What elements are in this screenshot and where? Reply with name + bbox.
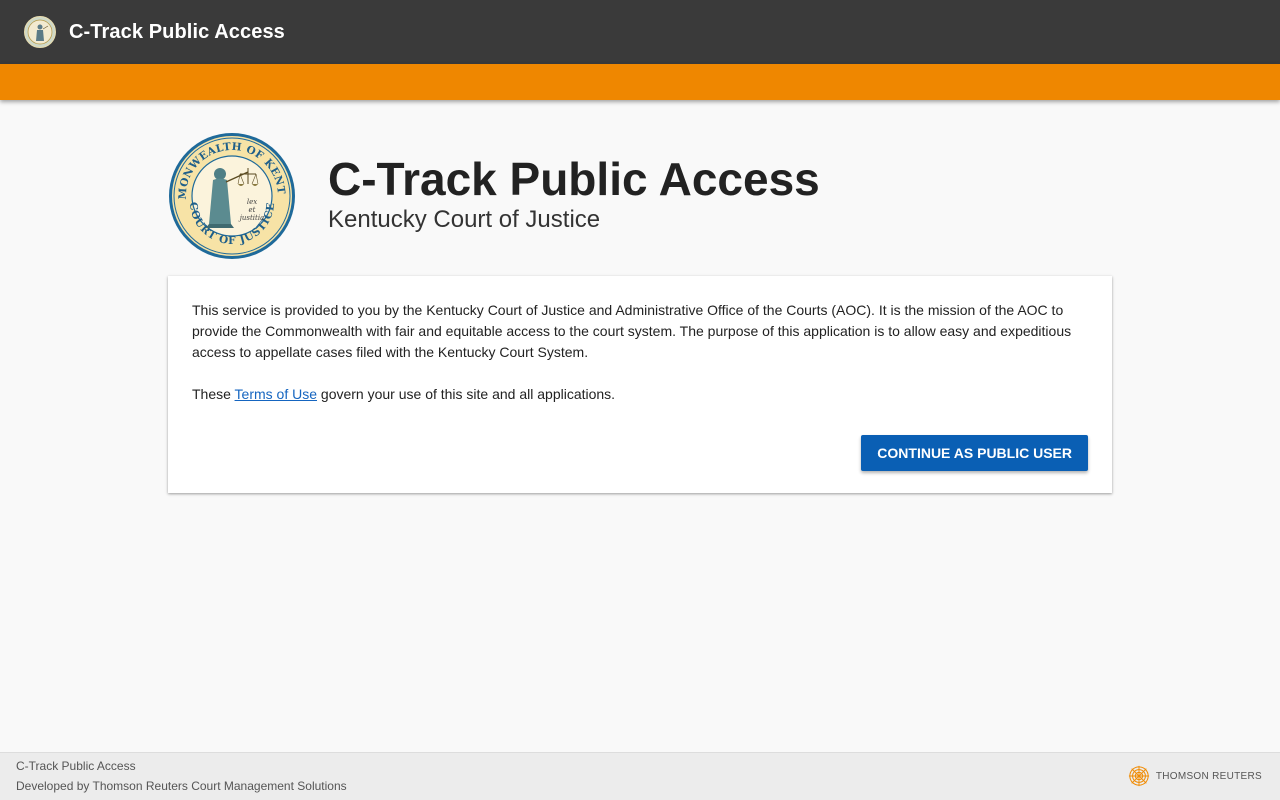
footer-developer: Developed by Thomson Reuters Court Manag… [16,779,347,793]
kentucky-court-seal: COMMONWEALTH OF KENTUCKY COURT OF JUSTIC… [168,132,295,259]
footer-app-name: C-Track Public Access [16,759,136,773]
svg-text:justitia: justitia [238,214,265,222]
svg-text:lex: lex [247,198,257,206]
kentucky-seal-icon[interactable] [24,16,56,48]
accent-band [0,64,1280,100]
thomson-reuters-icon [1128,765,1149,787]
welcome-card: This service is provided to you by the K… [168,276,1112,493]
continue-as-public-user-button[interactable]: CONTINUE AS PUBLIC USER [861,435,1088,471]
hero: COMMONWEALTH OF KENTUCKY COURT OF JUSTIC… [168,132,1112,262]
footer: C-Track Public Access Developed by Thoms… [0,752,1280,800]
page-subtitle: Kentucky Court of Justice [328,206,601,233]
intro-text: This service is provided to you by the K… [192,302,1072,360]
terms-text: These Terms of Use govern your use of th… [192,384,1088,405]
thomson-reuters-logo: THOMSON REUTERS [1128,765,1262,787]
terms-suffix: govern your use of this site and all app… [317,386,616,402]
svg-text:et: et [249,206,256,214]
terms-of-use-link[interactable]: Terms of Use [235,386,317,402]
terms-prefix: These [192,386,235,402]
page-title: C-Track Public Access [328,153,820,205]
app-title[interactable]: C-Track Public Access [69,21,285,44]
thomson-reuters-brand: THOMSON REUTERS [1155,770,1262,782]
app-header: C-Track Public Access [0,0,1280,64]
